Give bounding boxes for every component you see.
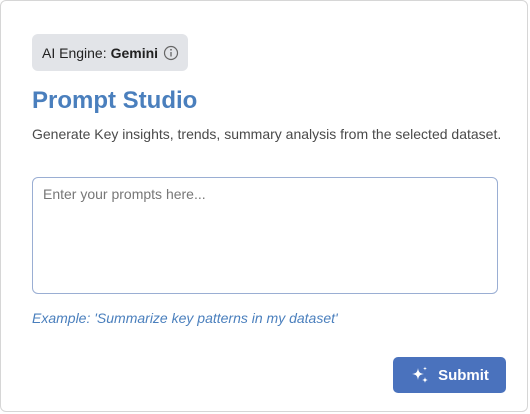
- ai-engine-value: Gemini: [110, 44, 159, 61]
- prompt-studio-card: AI Engine: Gemini Prompt Studio Generate…: [0, 0, 528, 412]
- example-hint: Example: 'Summarize key patterns in my d…: [32, 310, 338, 326]
- prompt-input[interactable]: [32, 177, 498, 294]
- submit-label: Submit: [438, 366, 489, 384]
- sparkle-icon: [412, 366, 429, 383]
- page-title: Prompt Studio: [32, 87, 198, 114]
- submit-button[interactable]: Submit: [393, 357, 506, 393]
- info-icon[interactable]: [163, 45, 179, 61]
- ai-engine-label: AI Engine:: [42, 44, 107, 61]
- page-subtitle: Generate Key insights, trends, summary a…: [32, 126, 502, 142]
- ai-engine-badge: AI Engine: Gemini: [32, 34, 188, 71]
